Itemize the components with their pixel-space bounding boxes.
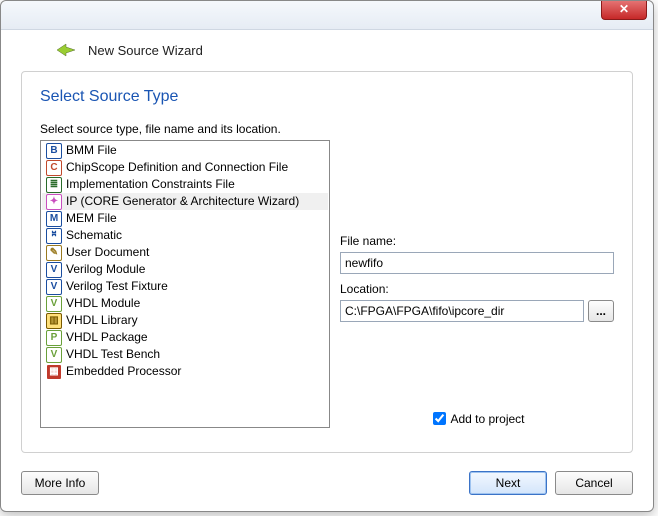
wizard-header: New Source Wizard [1, 30, 653, 70]
source-type-icon: V [46, 296, 62, 312]
list-item[interactable]: VVerilog Module [42, 261, 328, 278]
source-type-icon: V [46, 262, 62, 278]
wizard-title: New Source Wizard [88, 43, 203, 58]
browse-button[interactable]: ... [588, 300, 614, 322]
list-item-label: Implementation Constraints File [66, 176, 235, 193]
location-label: Location: [340, 282, 614, 296]
list-item[interactable]: VVerilog Test Fixture [42, 278, 328, 295]
source-type-icon: C [46, 160, 62, 176]
more-info-button[interactable]: More Info [21, 471, 99, 495]
list-item[interactable]: BBMM File [42, 142, 328, 159]
list-item-label: IP (CORE Generator & Architecture Wizard… [66, 193, 299, 210]
file-name-input[interactable] [340, 252, 614, 274]
source-type-icon: ▦ [46, 364, 62, 380]
source-type-icon: B [46, 143, 62, 159]
source-type-icon: V [46, 347, 62, 363]
add-to-project-checkbox[interactable] [433, 412, 446, 425]
right-pane: File name: Location: ... Add to project [340, 140, 614, 428]
list-item[interactable]: ✎User Document [42, 244, 328, 261]
title-bar: ✕ [1, 1, 653, 30]
list-item-label: VHDL Library [66, 312, 138, 329]
list-item-label: Verilog Module [66, 261, 145, 278]
wizard-icon [56, 40, 76, 60]
source-type-icon: ✎ [46, 245, 62, 261]
wizard-window: ✕ New Source Wizard Select Source Type S… [0, 0, 654, 512]
page-subtitle: Select source type, file name and its lo… [40, 122, 614, 136]
list-item-label: Embedded Processor [66, 363, 181, 380]
source-type-icon: ✦ [46, 194, 62, 210]
list-item-label: VHDL Module [66, 295, 140, 312]
add-to-project-label[interactable]: Add to project [450, 412, 524, 426]
list-item-label: BMM File [66, 142, 117, 159]
list-item[interactable]: PVHDL Package [42, 329, 328, 346]
source-type-icon: ⎶ [46, 228, 62, 244]
add-to-project-row: Add to project [340, 409, 614, 428]
list-item-label: Schematic [66, 227, 122, 244]
page-body: BBMM FileCChipScope Definition and Conne… [40, 140, 614, 428]
list-item-label: VHDL Test Bench [66, 346, 160, 363]
source-type-icon: ≣ [46, 177, 62, 193]
file-name-label: File name: [340, 234, 614, 248]
list-item[interactable]: ▦Embedded Processor [42, 363, 328, 380]
source-type-icon: M [46, 211, 62, 227]
list-item[interactable]: ⎶Schematic [42, 227, 328, 244]
cancel-button[interactable]: Cancel [555, 471, 633, 495]
list-item[interactable]: ✦IP (CORE Generator & Architecture Wizar… [42, 193, 328, 210]
list-item-label: MEM File [66, 210, 117, 227]
list-item[interactable]: CChipScope Definition and Connection Fil… [42, 159, 328, 176]
location-input[interactable] [340, 300, 584, 322]
list-item-label: User Document [66, 244, 149, 261]
close-button[interactable]: ✕ [601, 1, 647, 20]
list-item[interactable]: ≣Implementation Constraints File [42, 176, 328, 193]
list-item[interactable]: VVHDL Test Bench [42, 346, 328, 363]
list-item[interactable]: ▥VHDL Library [42, 312, 328, 329]
source-type-icon: ▥ [46, 313, 62, 329]
source-type-list[interactable]: BBMM FileCChipScope Definition and Conne… [40, 140, 330, 428]
list-item[interactable]: MMEM File [42, 210, 328, 227]
source-type-icon: V [46, 279, 62, 295]
next-button[interactable]: Next [469, 471, 547, 495]
wizard-page: Select Source Type Select source type, f… [21, 71, 633, 453]
page-title: Select Source Type [40, 88, 614, 106]
list-item-label: VHDL Package [66, 329, 148, 346]
list-item-label: ChipScope Definition and Connection File [66, 159, 288, 176]
list-item-label: Verilog Test Fixture [66, 278, 168, 295]
wizard-footer: More Info Next Cancel [21, 471, 633, 495]
list-item[interactable]: VVHDL Module [42, 295, 328, 312]
source-type-icon: P [46, 330, 62, 346]
